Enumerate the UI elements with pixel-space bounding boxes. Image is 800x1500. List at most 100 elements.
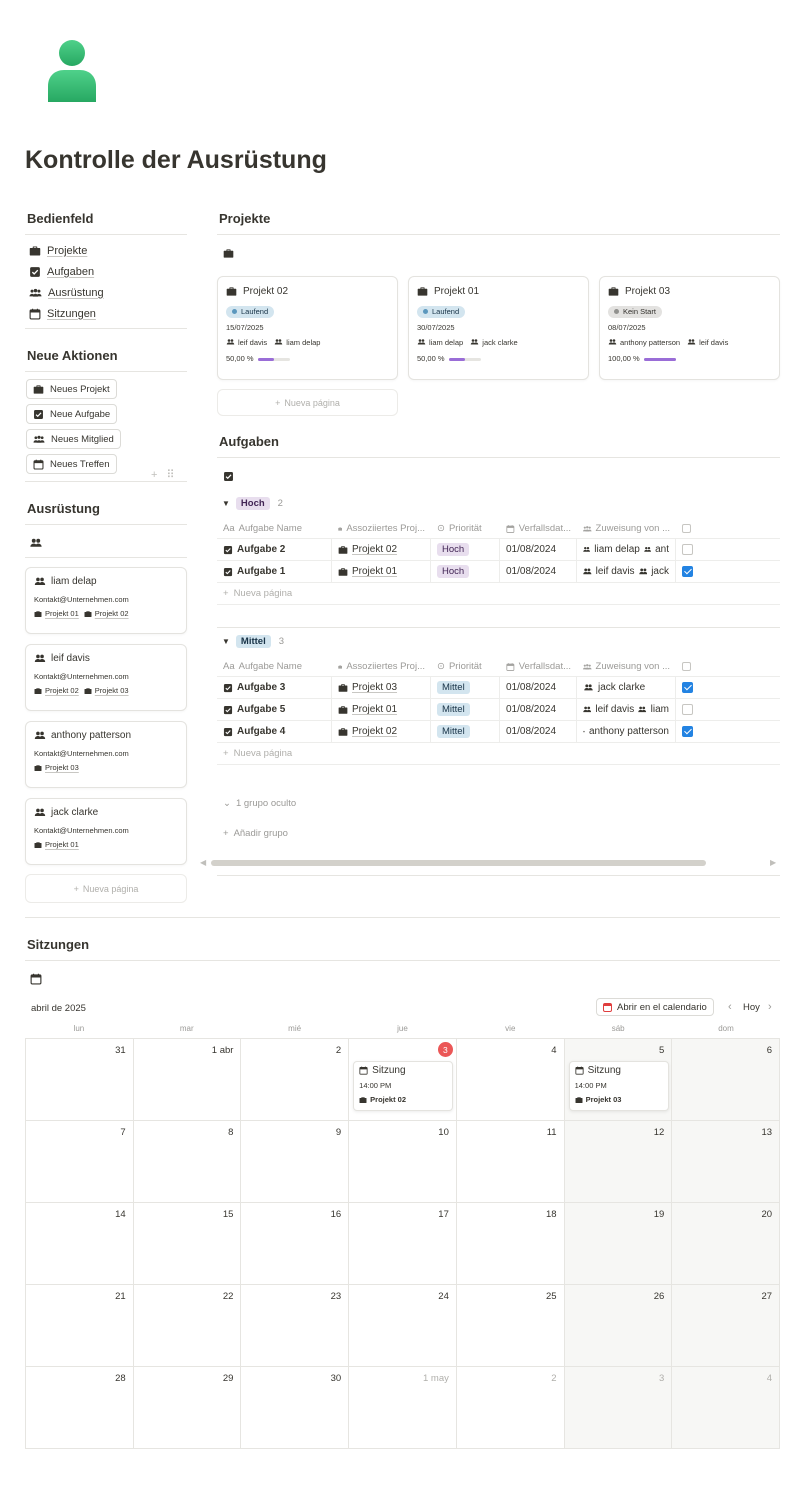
person-label[interactable]: leif davis <box>595 704 634 715</box>
col-header-priority[interactable]: ⊙ Priorität <box>431 657 500 676</box>
person-label[interactable]: leif davis <box>596 566 635 577</box>
person-label[interactable]: jack clarke <box>598 682 645 693</box>
project-link[interactable]: Projekt 01 <box>34 609 79 618</box>
calendar-day[interactable]: 18 <box>456 1203 565 1285</box>
calendar-day[interactable]: 14 <box>26 1203 134 1285</box>
new-row-button[interactable]: + Nueva página <box>217 743 780 765</box>
person-label[interactable]: liam <box>651 704 669 715</box>
person-tag[interactable]: anthony patterson <box>608 338 680 347</box>
project-link[interactable]: Projekt 03 <box>84 686 129 695</box>
horizontal-scrollbar[interactable] <box>211 860 706 866</box>
new-page-button[interactable]: + Nueva página <box>25 874 187 903</box>
next-month-icon[interactable]: › <box>768 1001 772 1013</box>
calendar-day[interactable]: 22 <box>133 1285 242 1367</box>
done-checkbox[interactable] <box>682 726 693 737</box>
project-card[interactable]: Projekt 02 Laufend 15/07/2025 leif davis… <box>217 276 398 380</box>
person-label[interactable]: jack <box>651 566 669 577</box>
calendar-day[interactable]: 7 <box>26 1121 134 1203</box>
scroll-right-arrow-icon[interactable]: ▶ <box>770 858 776 867</box>
calendar-day[interactable]: 26 <box>564 1285 673 1367</box>
calendar-day[interactable]: 27 <box>672 1285 781 1367</box>
project-link[interactable]: Projekt 01 <box>34 840 79 849</box>
calendar-day[interactable]: 12 <box>564 1121 673 1203</box>
sidebar-item-sitzungen[interactable]: Sitzungen <box>29 303 189 324</box>
calendar-day[interactable]: 23 <box>241 1285 350 1367</box>
calendar-day[interactable]: 4 <box>672 1367 781 1449</box>
person-tag[interactable]: jack clarke <box>470 338 518 347</box>
calendar-day[interactable]: 6 <box>672 1039 781 1121</box>
sidebar-item-ausruestung[interactable]: Ausrüstung <box>29 282 189 303</box>
calendar-day[interactable]: 25 <box>456 1285 565 1367</box>
done-checkbox[interactable] <box>682 544 693 555</box>
event-card[interactable]: Sitzung 14:00 PM Projekt 02 <box>353 1061 454 1111</box>
calendar-day[interactable]: 20 <box>672 1203 781 1285</box>
calendar-day[interactable]: 13 <box>672 1121 781 1203</box>
done-checkbox[interactable] <box>682 566 693 577</box>
calendar-day[interactable]: 4 <box>456 1039 565 1121</box>
hidden-groups-toggle[interactable]: ⌄ 1 grupo oculto <box>223 798 296 809</box>
add-group-button[interactable]: + Añadir grupo <box>223 828 288 839</box>
calendar-day[interactable]: 3 Sitzung 14:00 PM Projekt 02 <box>349 1039 457 1121</box>
col-header-project[interactable]: Assoziiertes Proj... <box>332 657 431 676</box>
group-header-hoch[interactable]: ▼ Hoch 2 <box>222 497 283 510</box>
new-task-button[interactable]: Neue Aufgabe <box>26 404 118 424</box>
calendar-day[interactable]: 1 may <box>349 1367 457 1449</box>
project-card[interactable]: Projekt 01 Laufend 30/07/2025 liam delap… <box>408 276 589 380</box>
calendar-day[interactable]: 3 <box>564 1367 673 1449</box>
group-header-mittel[interactable]: ▼ Mittel 3 <box>222 635 284 648</box>
project-link[interactable]: Projekt 02 <box>34 686 79 695</box>
calendar-day[interactable]: 21 <box>26 1285 134 1367</box>
event-card[interactable]: Sitzung 14:00 PM Projekt 03 <box>568 1061 669 1111</box>
calendar-day[interactable]: 9 <box>241 1121 350 1203</box>
sidebar-item-aufgaben[interactable]: Aufgaben <box>29 261 189 282</box>
project-link[interactable]: Projekt 02 <box>84 609 129 618</box>
member-card[interactable]: anthony patterson Kontakt@Unternehmen.co… <box>25 721 187 788</box>
project-link[interactable]: Projekt 03 <box>352 682 397 693</box>
table-row[interactable]: Aufgabe 2 Projekt 02 Hoch 01/08/2024 lia… <box>217 539 780 561</box>
col-header-done[interactable] <box>676 657 706 676</box>
open-calendar-button[interactable]: Abrir en el calendario <box>596 998 714 1016</box>
table-row[interactable]: Aufgabe 5 Projekt 01 Mittel 01/08/2024 l… <box>217 699 780 721</box>
done-checkbox[interactable] <box>682 704 693 715</box>
person-tag[interactable]: liam delap <box>417 338 463 347</box>
new-page-button[interactable]: + Nueva página <box>217 389 398 416</box>
calendar-day[interactable]: 8 <box>133 1121 242 1203</box>
add-block-handle-icon[interactable]: + ⠿ <box>151 468 178 481</box>
col-header-name[interactable]: Aa Aufgabe Name <box>217 657 332 676</box>
col-header-due[interactable]: Verfallsdat... <box>500 519 577 538</box>
person-tag[interactable]: leif davis <box>226 338 267 347</box>
table-row[interactable]: Aufgabe 1 Projekt 01 Hoch 01/08/2024 lei… <box>217 561 780 583</box>
calendar-day[interactable]: 19 <box>564 1203 673 1285</box>
calendar-day[interactable]: 15 <box>133 1203 242 1285</box>
calendar-day[interactable]: 24 <box>349 1285 457 1367</box>
project-card[interactable]: Projekt 03 Kein Start 08/07/2025 anthony… <box>599 276 780 380</box>
person-tag[interactable]: leif davis <box>687 338 728 347</box>
calendar-day[interactable]: 10 <box>349 1121 457 1203</box>
table-row[interactable]: Aufgabe 3 Projekt 03 Mittel 01/08/2024 j… <box>217 677 780 699</box>
calendar-day[interactable]: 17 <box>349 1203 457 1285</box>
new-row-button[interactable]: + Nueva página <box>217 583 780 605</box>
person-label[interactable]: liam delap <box>594 544 640 555</box>
project-link[interactable]: Projekt 02 <box>352 726 397 737</box>
prev-month-icon[interactable]: ‹ <box>728 1001 732 1013</box>
calendar-day[interactable]: 30 <box>241 1367 350 1449</box>
col-header-priority[interactable]: ⊙ Priorität <box>431 519 500 538</box>
project-link[interactable]: Projekt 03 <box>34 763 79 772</box>
col-header-assignee[interactable]: Zuweisung von ... <box>577 519 676 538</box>
calendar-day[interactable]: 16 <box>241 1203 350 1285</box>
calendar-day[interactable]: 5 Sitzung 14:00 PM Projekt 03 <box>564 1039 673 1121</box>
calendar-day[interactable]: 28 <box>26 1367 134 1449</box>
done-checkbox[interactable] <box>682 682 693 693</box>
scroll-left-arrow-icon[interactable]: ◀ <box>200 858 206 867</box>
new-meeting-button[interactable]: Neues Treffen <box>26 454 117 474</box>
person-label[interactable]: ant <box>655 544 669 555</box>
project-link[interactable]: Projekt 01 <box>352 704 397 715</box>
col-header-assignee[interactable]: Zuweisung von ... <box>577 657 676 676</box>
member-card[interactable]: leif davis Kontakt@Unternehmen.com Proje… <box>25 644 187 711</box>
new-project-button[interactable]: Neues Projekt <box>26 379 117 399</box>
sidebar-item-projekte[interactable]: Projekte <box>29 240 189 261</box>
project-link[interactable]: Projekt 02 <box>352 544 397 555</box>
calendar-day[interactable]: 1 abr <box>133 1039 242 1121</box>
person-label[interactable]: anthony patterson <box>589 726 669 737</box>
col-header-done[interactable] <box>676 519 706 538</box>
